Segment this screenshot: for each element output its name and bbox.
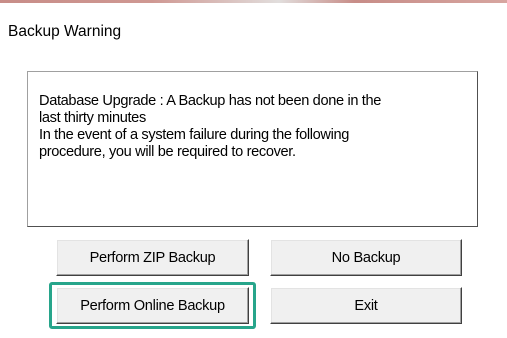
message-panel: Database Upgrade : A Backup has not been…	[27, 71, 478, 227]
dialog-title: Backup Warning	[8, 23, 122, 40]
perform-online-backup-button[interactable]: Perform Online Backup	[56, 287, 249, 324]
message-line: In the event of a system failure during …	[39, 127, 349, 143]
no-backup-button[interactable]: No Backup	[270, 239, 462, 276]
exit-button[interactable]: Exit	[270, 287, 462, 324]
window-top-edge	[0, 0, 507, 3]
perform-zip-backup-button[interactable]: Perform ZIP Backup	[56, 239, 249, 276]
warning-message: Database Upgrade : A Backup has not been…	[39, 93, 469, 161]
message-line: Database Upgrade : A Backup has not been…	[39, 93, 382, 109]
backup-warning-dialog: Backup Warning Database Upgrade : A Back…	[0, 0, 507, 338]
message-line: last thirty minutes	[39, 110, 146, 126]
message-line: procedure, you will be required to recov…	[39, 144, 296, 160]
